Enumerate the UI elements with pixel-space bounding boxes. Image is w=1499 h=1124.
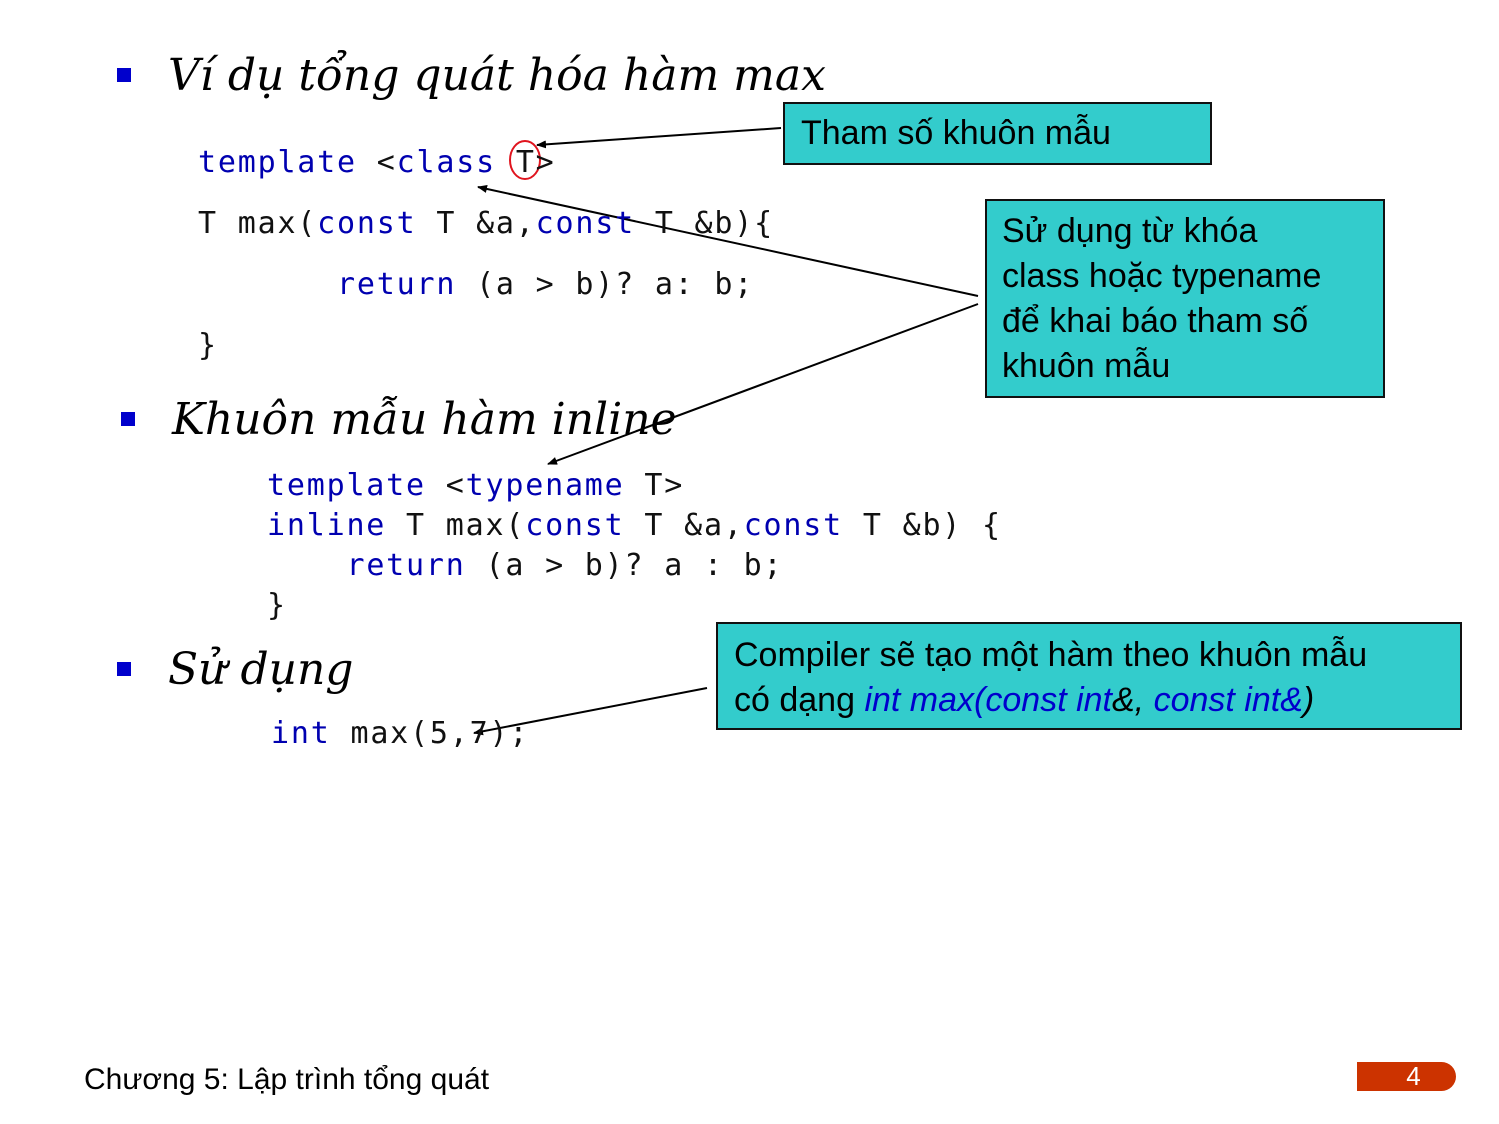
code-line: template <class T> — [198, 148, 556, 178]
code-keyword: template — [198, 145, 357, 180]
code-text: T> — [624, 468, 685, 503]
signature-type-text: const int — [985, 681, 1112, 719]
footer-chapter-title: Chương 5: Lập trình tổng quát — [84, 1063, 490, 1096]
code-text: T &b) { — [843, 508, 1002, 543]
code-keyword: return — [337, 267, 457, 302]
code-text: (a > b)? a : b; — [465, 548, 784, 583]
code-text: < — [425, 468, 466, 503]
code-keyword: int — [271, 716, 331, 751]
code-text: } — [267, 588, 287, 623]
callout-keyword-line: Sử dụng từ khóa — [1002, 212, 1258, 250]
callout-compiler-line1: Compiler sẽ tạo một hàm theo khuôn mẫu — [734, 636, 1368, 674]
code-keyword: const — [535, 206, 635, 241]
code-text: T &b){ — [634, 206, 774, 241]
page-number-badge: 4 — [1357, 1062, 1456, 1091]
callout-keyword-line: để khai báo tham số — [1002, 302, 1309, 340]
code-keyword: inline — [267, 508, 387, 543]
code-text: T> — [495, 145, 556, 180]
code-line: template <typename T> — [267, 471, 684, 501]
section-heading-inline-template: Khuôn mẫu hàm inline — [172, 394, 677, 445]
code-line: T max(const T &a,const T &b){ — [198, 209, 774, 239]
signature-punct-text: &, — [1112, 681, 1154, 719]
code-keyword: const — [743, 508, 843, 543]
callout-template-parameter-text: Tham số khuôn mẫu — [801, 114, 1111, 152]
code-keyword: typename — [465, 468, 625, 503]
code-keyword: template — [267, 468, 426, 503]
arrow-to-template-param — [536, 127, 782, 149]
callout-compiler-signature: int max(const int&, const int&) — [864, 681, 1314, 719]
code-text: T &a, — [624, 508, 744, 543]
callout-compiler-line2: có dạng int max(const int&, const int&) — [734, 678, 1460, 723]
code-text: T max( — [198, 206, 318, 241]
code-text: max(5,7); — [330, 716, 530, 751]
signature-type-text: const int& — [1153, 681, 1303, 719]
bullet-icon — [121, 412, 135, 426]
callout-keyword-usage: Sử dụng từ khóa class hoặc typename để k… — [985, 199, 1385, 398]
callout-keyword-line: class hoặc typename — [1002, 257, 1322, 295]
code-line: int max(5,7); — [271, 719, 529, 749]
signature-type-text: int max( — [864, 681, 986, 719]
code-text: (a > b)? a: b; — [456, 267, 755, 302]
callout-compiler-prefix: có dạng — [734, 681, 865, 719]
code-text: } — [198, 328, 218, 363]
section-heading-usage: Sử dụng — [168, 644, 354, 695]
signature-punct-text: ) — [1302, 681, 1315, 719]
code-keyword: const — [525, 508, 625, 543]
code-line: return (a > b)? a: b; — [198, 270, 754, 300]
code-keyword: const — [317, 206, 417, 241]
code-keyword: class — [396, 145, 496, 180]
callout-compiler-instantiation: Compiler sẽ tạo một hàm theo khuôn mẫu c… — [716, 622, 1462, 730]
code-line: } — [198, 331, 218, 361]
code-line: return (a > b)? a : b; — [267, 551, 783, 581]
code-text: T &a, — [416, 206, 536, 241]
bullet-icon — [117, 662, 131, 676]
code-text: T max( — [386, 508, 526, 543]
bullet-icon — [117, 68, 131, 82]
code-line: } — [267, 591, 287, 621]
section-heading-generalize-max: Ví dụ tổng quát hóa hàm max — [168, 50, 826, 101]
callout-keyword-line: khuôn mẫu — [1002, 347, 1171, 385]
code-text: < — [356, 145, 397, 180]
code-keyword: return — [346, 548, 466, 583]
callout-template-parameter: Tham số khuôn mẫu — [783, 102, 1212, 165]
code-line: inline T max(const T &a,const T &b) { — [267, 511, 1002, 541]
